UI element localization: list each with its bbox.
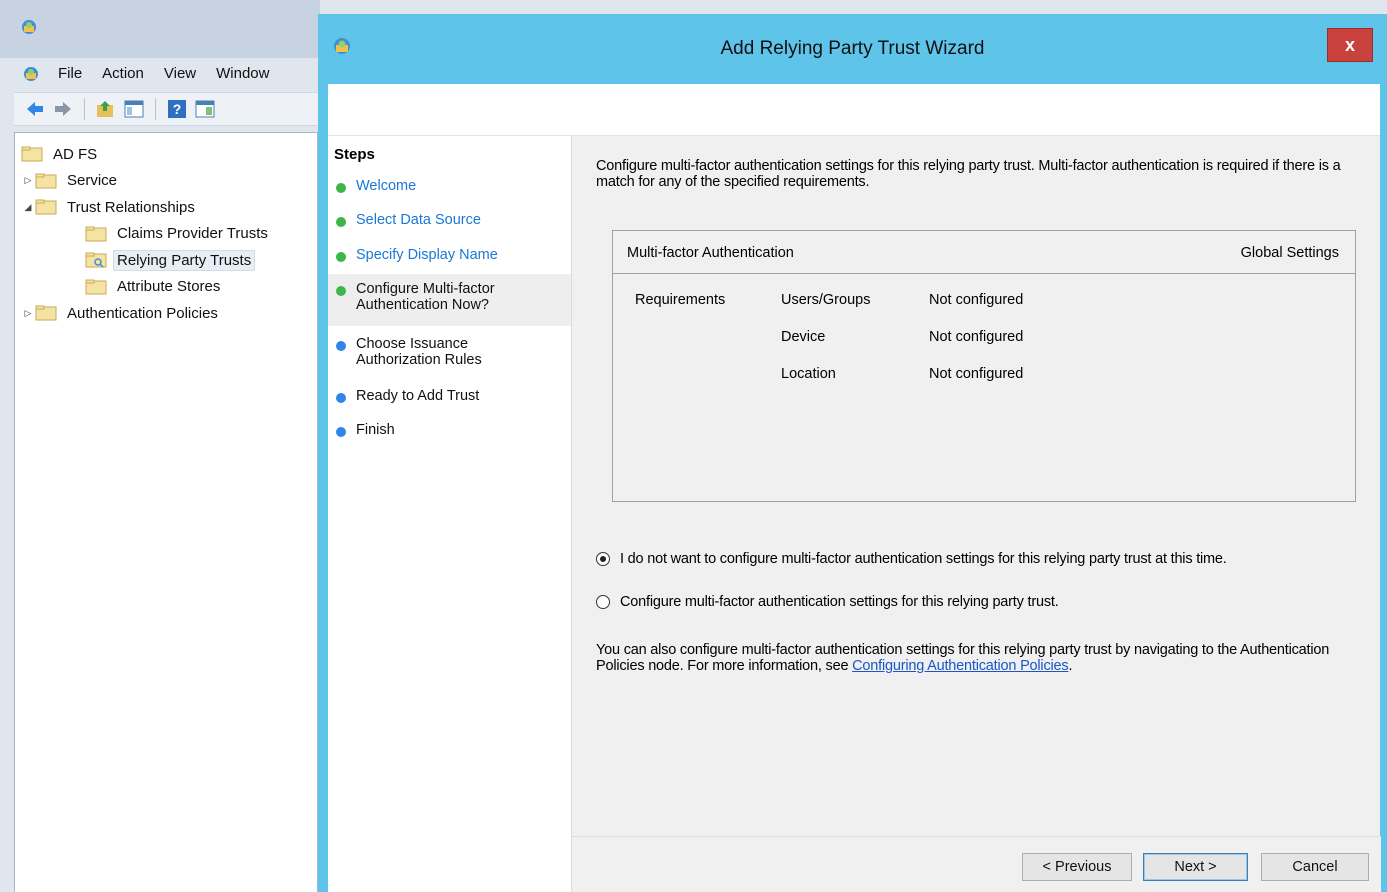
forward-arrow-icon[interactable] [52,98,74,120]
svg-text:?: ? [173,101,182,117]
mfa-summary-box: Multi-factor Authentication Global Setti… [612,230,1356,502]
radio-button-selected[interactable] [596,552,610,566]
step-complete-icon [336,217,346,227]
step-pending-icon [336,427,346,437]
previous-button[interactable]: < Previous [1022,853,1132,881]
step-label: Configure Multi-factor Authentication No… [356,281,495,313]
next-button[interactable]: Next > [1143,853,1248,881]
mfa-header-scope: Global Settings [1240,245,1339,261]
mfa-header-title: Multi-factor Authentication [627,245,794,261]
up-folder-icon[interactable] [95,98,117,120]
wizard-title: Add Relying Party Trust Wizard [720,38,985,59]
step-complete-icon [336,183,346,193]
folder-icon [35,173,57,189]
step-welcome[interactable]: Welcome [328,178,571,202]
tree-item-claims-provider-trusts[interactable]: Claims Provider Trusts [15,221,317,248]
tree-item-label: Service [67,172,118,190]
requirement-value-location: Not configured [929,366,1024,382]
step-pending-icon [336,341,346,351]
tree-item-adfs[interactable]: AD FS [15,141,317,168]
folder-icon [21,146,43,162]
step-choose-issuance-authorization-rules: Choose Issuance Authorization Rules [328,336,571,376]
option-configure-mfa[interactable]: Configure multi-factor authentication se… [596,594,1059,610]
step-select-data-source[interactable]: Select Data Source [328,212,571,236]
show-hide-tree-icon[interactable] [123,98,145,120]
back-arrow-icon[interactable] [24,98,46,120]
tree-item-label: Attribute Stores [117,278,221,296]
adfs-app-icon [22,20,36,34]
toolbar-separator [84,98,85,120]
radio-button[interactable] [596,595,610,609]
wizard-titlebar[interactable]: Add Relying Party Trust Wizard x [318,14,1387,84]
step-ready-to-add-trust: Ready to Add Trust [328,388,571,412]
step-pending-icon [336,393,346,403]
mmc-titlebar [0,0,320,58]
option-do-not-configure-mfa[interactable]: I do not want to configure multi-factor … [596,551,1227,567]
mmc-menubar: File Action View Window [14,60,320,88]
menu-action[interactable]: Action [92,60,154,88]
folder-icon [85,226,107,242]
option-label: Configure multi-factor authentication se… [620,594,1059,610]
help-icon[interactable]: ? [166,98,188,120]
step-label: Specify Display Name [356,247,498,263]
tree-item-label: Relying Party Trusts [113,249,256,271]
requirement-name-users-groups: Users/Groups [781,292,871,308]
step-label: Ready to Add Trust [356,388,480,404]
tree-item-label: AD FS [53,145,98,163]
toolbar-separator [155,98,156,120]
mmc-toolbar: ? [14,92,320,126]
steps-panel: Steps Welcome Select Data Source Specify… [328,136,571,892]
wizard-client-area: Steps Welcome Select Data Source Specify… [328,84,1381,892]
wizard-footer: < Previous Next > Cancel [572,836,1381,892]
tree-item-label: Trust Relationships [67,198,195,216]
requirement-value-users-groups: Not configured [929,292,1024,308]
requirement-value-device: Not configured [929,329,1024,345]
tree-item-service[interactable]: ▷ Service [15,168,317,195]
cancel-button[interactable]: Cancel [1261,853,1369,881]
step-finish: Finish [328,422,571,446]
requirement-name-device: Device [781,329,826,345]
close-button[interactable]: x [1327,28,1373,62]
folder-icon [85,279,107,295]
folder-icon [35,305,57,321]
menu-view[interactable]: View [154,60,206,88]
step-label: Select Data Source [356,212,481,228]
step-label: Finish [356,422,395,438]
requirements-label: Requirements [635,292,726,308]
step-specify-display-name[interactable]: Specify Display Name [328,247,571,271]
tree-item-attribute-stores[interactable]: Attribute Stores [15,274,317,301]
expand-arrow-icon[interactable]: ▷ [21,308,35,319]
tree-item-relying-party-trusts[interactable]: Relying Party Trusts [15,247,317,274]
content-panel: Configure multi-factor authentication se… [571,136,1381,892]
step-label: Choose Issuance Authorization Rules [356,336,482,368]
folder-open-icon [35,199,57,215]
show-action-pane-icon[interactable] [194,98,216,120]
step-label: Welcome [356,178,417,194]
menu-window[interactable]: Window [206,60,279,88]
tree-item-authentication-policies[interactable]: ▷ Authentication Policies [15,300,317,327]
wizard-header [328,84,1380,136]
tree-item-trust-relationships[interactable]: ◢ Trust Relationships [15,194,317,221]
expand-arrow-icon[interactable]: ▷ [21,175,35,186]
info-paragraph: You can also configure multi-factor auth… [596,642,1376,674]
step-current-icon [336,286,346,296]
requirement-name-location: Location [781,366,836,382]
configuring-authentication-policies-link[interactable]: Configuring Authentication Policies [852,658,1068,674]
collapse-arrow-icon[interactable]: ◢ [21,202,35,213]
step-configure-mfa[interactable]: Configure Multi-factor Authentication No… [328,274,571,326]
mfa-header-divider [613,273,1355,274]
step-complete-icon [336,252,346,262]
tree-item-label: Authentication Policies [67,304,218,322]
adfs-menu-icon[interactable] [22,65,40,83]
intro-description: Configure multi-factor authentication se… [596,158,1341,190]
info-text-end: . [1068,658,1073,674]
console-tree: AD FS ▷ Service ◢ Trust Relationships Cl… [14,132,318,892]
option-label: I do not want to configure multi-factor … [620,551,1227,567]
add-relying-party-trust-wizard: Add Relying Party Trust Wizard x Steps W… [318,14,1387,892]
tree-item-label: Claims Provider Trusts [117,225,268,243]
relying-party-folder-icon [85,252,107,268]
steps-title: Steps [334,146,375,163]
menu-file[interactable]: File [48,60,92,88]
